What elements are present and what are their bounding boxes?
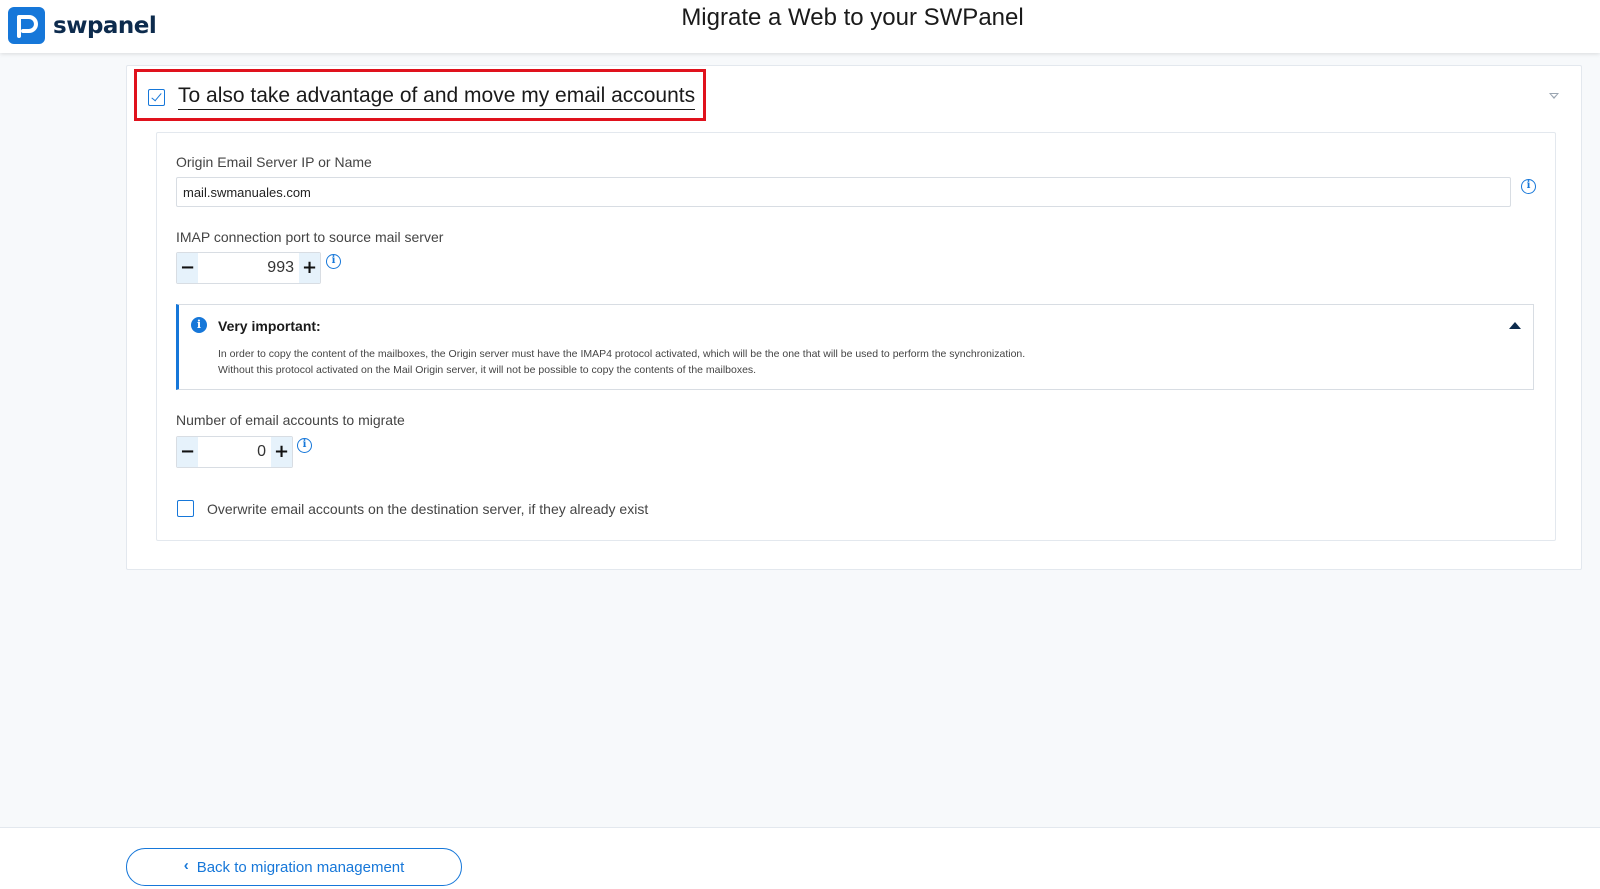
move-email-checkbox[interactable] xyxy=(148,89,165,106)
page-title: Migrate a Web to your SWPanel xyxy=(681,4,1024,31)
imap-port-increment-button[interactable]: + xyxy=(299,253,320,283)
origin-server-label: Origin Email Server IP or Name xyxy=(176,154,372,170)
alert-title: Very important: xyxy=(218,318,321,334)
imap-port-info-icon[interactable]: i xyxy=(326,254,341,269)
overwrite-checkbox[interactable] xyxy=(177,500,194,517)
accounts-count-label: Number of email accounts to migrate xyxy=(176,412,405,428)
accounts-count-stepper: − 0 + xyxy=(176,436,293,468)
top-bar: swpanel Migrate a Web to your SWPanel xyxy=(0,0,1600,53)
origin-server-info-icon[interactable]: i xyxy=(1521,179,1536,194)
origin-server-input[interactable] xyxy=(176,177,1511,207)
overwrite-checkbox-label[interactable]: Overwrite email accounts on the destinat… xyxy=(207,501,648,517)
accounts-count-decrement-button[interactable]: − xyxy=(177,437,198,467)
imap-port-label: IMAP connection port to source mail serv… xyxy=(176,229,444,245)
alert-text-line-2: Without this protocol activated on the M… xyxy=(218,364,757,376)
imap-port-decrement-button[interactable]: − xyxy=(177,253,198,283)
back-button-label: Back to migration management xyxy=(196,858,405,876)
alert-text-line-1: In order to copy the content of the mail… xyxy=(218,348,1026,360)
accounts-count-value[interactable]: 0 xyxy=(198,437,271,467)
alert-collapse-icon[interactable] xyxy=(1509,322,1521,329)
chevron-left-icon: ‹ xyxy=(183,856,189,874)
accounts-count-info-icon[interactable]: i xyxy=(297,438,312,453)
alert-info-icon: i xyxy=(191,317,207,333)
imap-port-value[interactable]: 993 xyxy=(198,253,299,283)
move-email-checkbox-label[interactable]: To also take advantage of and move my em… xyxy=(178,84,696,110)
back-to-migration-button[interactable]: ‹ Back to migration management xyxy=(126,848,462,886)
collapse-chevron-icon[interactable] xyxy=(1549,93,1559,99)
imap-port-stepper: − 993 + xyxy=(176,252,321,284)
important-alert: i Very important: In order to copy the c… xyxy=(176,304,1534,390)
accounts-count-increment-button[interactable]: + xyxy=(271,437,292,467)
